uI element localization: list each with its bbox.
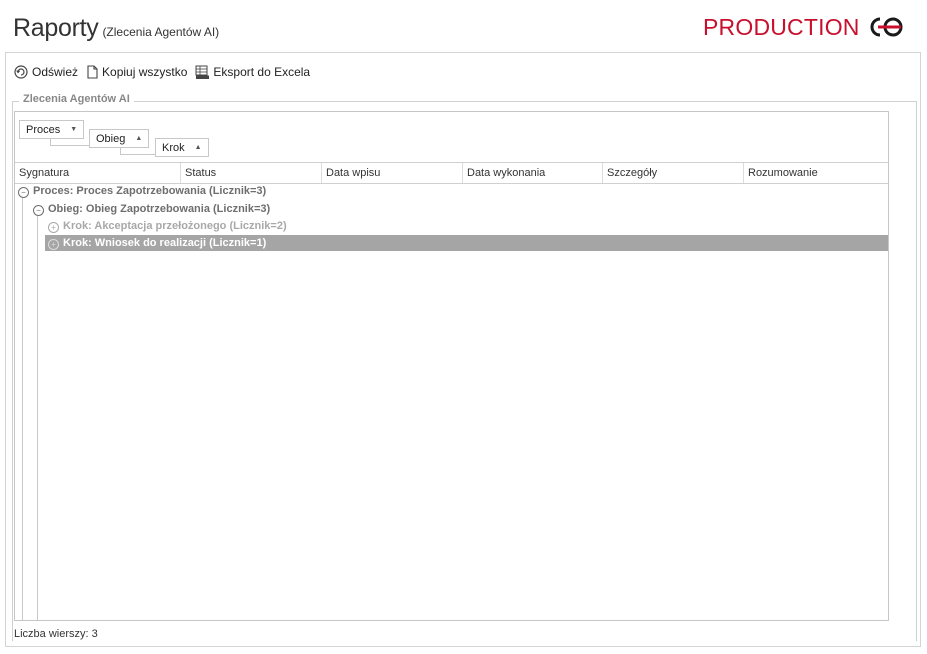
group-row-krok-selected[interactable]: + Krok: Wniosek do realizacji (Licznik=1) [45,235,888,251]
refresh-button[interactable]: Odśwież [14,65,78,79]
page-title-text: Raporty [13,14,99,42]
groupbox-label: Zlecenia Agentów AI [19,93,134,105]
group-row-text: Krok: Akceptacja przełożonego (Licznik=2… [63,220,287,232]
tree-guide [22,198,23,620]
groupbox-border-right [916,101,917,641]
group-row-text: Proces: Proces Zapotrzebowania (Licznik=… [33,185,267,197]
column-header-data-wpisu[interactable]: Data wpisu [322,163,463,183]
group-by-proces[interactable]: Proces ▼ [19,120,85,139]
group-row-obieg[interactable]: − Obieg: Obieg Zapotrzebowania (Licznik=3… [33,201,270,217]
group-by-obieg[interactable]: Obieg ▲ [89,129,150,148]
environment-label: PRODUCTION [703,14,860,40]
grid-header: Sygnatura Status Data wpisu Data wykonan… [15,162,888,184]
copy-all-button[interactable]: Kopiuj wszystko [86,65,187,79]
brand-logo-icon [870,17,903,37]
copy-icon [87,65,98,79]
collapse-icon[interactable]: − [18,187,29,198]
page-subtitle: (Zlecenia Agentów AI) [102,25,220,39]
group-by-krok[interactable]: Krok ▲ [155,138,209,157]
export-excel-button[interactable]: Eksport do Excela [195,65,310,79]
expand-icon[interactable]: + [48,222,59,233]
report-grid: Proces ▼ Obieg ▲ Krok ▲ Sygnatura Status Da… [14,111,889,621]
group-by-krok-label: Krok [162,141,185,154]
tree-guide [37,216,38,620]
groupbox-border [12,101,917,102]
group-row-krok[interactable]: + Krok: Akceptacja przełożonego (Licznik=… [48,218,287,234]
copy-all-label: Kopiuj wszystko [102,65,188,79]
sort-asc-icon: ▲ [194,144,202,151]
group-connector [120,148,155,155]
sort-asc-icon: ▲ [135,135,143,142]
row-count: Liczba wierszy: 3 [14,628,98,640]
expand-icon[interactable]: + [48,239,59,250]
group-row-proces[interactable]: − Proces: Proces Zapotrzebowania (Licznik… [18,183,266,199]
group-row-text: Krok: Wniosek do realizacji (Licznik=1) [63,237,267,249]
column-header-sygnatura[interactable]: Sygnatura [15,163,181,183]
group-by-proces-label: Proces [26,123,61,136]
group-connector [50,139,89,146]
group-row-text: Obieg: Obieg Zapotrzebowania (Licznik=3) [48,203,271,215]
export-excel-label: Eksport do Excela [213,65,311,79]
column-header-data-wykonania[interactable]: Data wykonania [463,163,603,183]
group-by-obieg-label: Obieg [96,132,126,145]
toolbar: Odśwież Kopiuj wszystko Eksport do Excel… [14,63,318,81]
column-header-status[interactable]: Status [181,163,322,183]
sort-desc-icon: ▼ [70,126,78,133]
column-header-szczegoly[interactable]: Szczegóły [603,163,744,183]
column-header-rozumowanie[interactable]: Rozumowanie [744,163,888,183]
groupbox-border-left [12,101,13,641]
collapse-icon[interactable]: − [33,205,44,216]
page-title: Raporty (Zlecenia Agentów AI) [13,14,219,43]
refresh-label: Odśwież [32,65,79,79]
excel-export-icon [195,65,210,79]
refresh-icon [14,65,28,79]
